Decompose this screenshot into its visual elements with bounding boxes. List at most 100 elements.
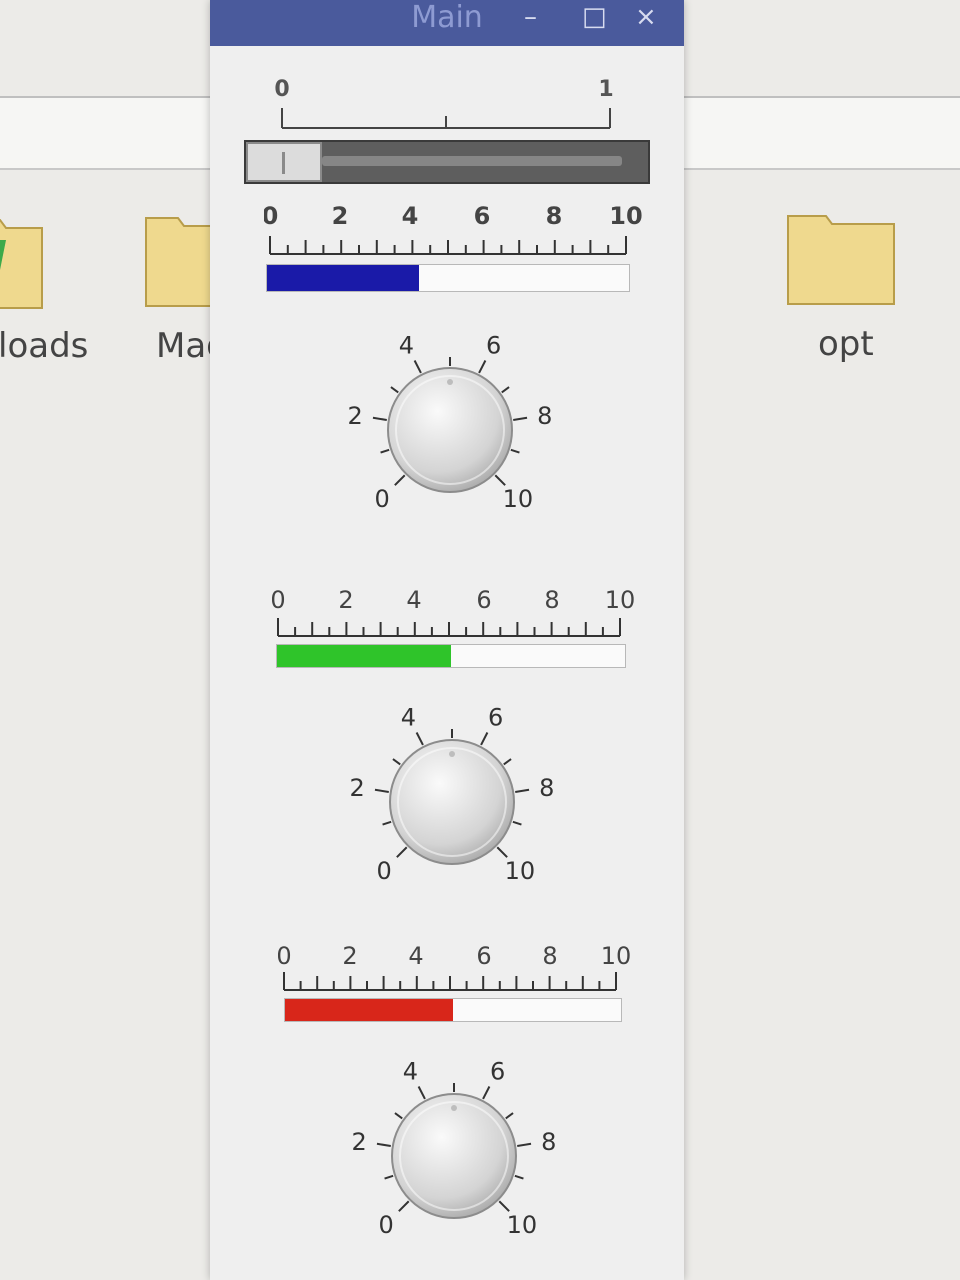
- knob-tick: [382, 820, 392, 826]
- knob-tick: [515, 788, 530, 793]
- meter-scale-label: 4: [402, 202, 419, 230]
- knob-tick: [501, 386, 510, 394]
- knob-tick: [394, 1112, 403, 1120]
- dial-knob[interactable]: 0 2 4 6 8 10: [330, 330, 570, 540]
- knob-tick: [513, 416, 528, 421]
- knob-tick: [417, 1086, 426, 1100]
- knob-tick: [478, 360, 487, 374]
- meter-scale-label: 0: [264, 202, 278, 230]
- meter-scale-label: 2: [342, 942, 357, 970]
- knob-label: 0: [378, 1211, 393, 1239]
- progress-fill: [285, 999, 453, 1021]
- knob-label: 10: [507, 1211, 538, 1239]
- meter-scale-label: 4: [408, 942, 423, 970]
- knob-label: 8: [537, 402, 552, 430]
- meter-scale-label: 0: [272, 586, 286, 614]
- progress-bar: [266, 264, 630, 292]
- knob-label: 6: [488, 703, 503, 731]
- meter-scale-label: 6: [476, 942, 491, 970]
- meter-scale-label: 8: [544, 586, 559, 614]
- dial-knob[interactable]: 0 2 4 6 8 10: [334, 1056, 574, 1256]
- knob-tick: [394, 474, 406, 486]
- knob-tick: [413, 360, 422, 374]
- meter-scale-label: 8: [542, 942, 557, 970]
- folder-icon: [787, 215, 895, 305]
- slider-groove: [322, 156, 622, 166]
- progress-fill: [267, 265, 420, 291]
- knob-label: 6: [490, 1057, 505, 1085]
- slider-handle[interactable]: [246, 142, 322, 182]
- knob-label: 4: [403, 1057, 418, 1085]
- folder-icon: [0, 219, 43, 309]
- knob-tick: [376, 1142, 391, 1147]
- knob-tick: [398, 1200, 410, 1212]
- knob-label: 2: [348, 402, 363, 430]
- progress-fill: [277, 645, 451, 667]
- knob-label: 8: [541, 1128, 556, 1156]
- knob-tick: [392, 758, 401, 766]
- meter-scale-label: 10: [605, 586, 636, 614]
- meter-scale: 0 2 4 6 8 10: [264, 202, 643, 255]
- knob-label: 2: [350, 774, 365, 802]
- knob-tick: [372, 416, 387, 421]
- knob-tick: [482, 1086, 491, 1100]
- knob-tick: [494, 474, 506, 486]
- title-bar[interactable]: Main – □ ×: [210, 0, 684, 46]
- slider-scale-label: 1: [598, 77, 613, 102]
- knob-tick: [505, 1112, 514, 1120]
- meter-scale-label: 4: [406, 586, 421, 614]
- knob-label: 4: [401, 703, 416, 731]
- knob-tick: [384, 1174, 394, 1180]
- folder-label: opt: [818, 324, 874, 364]
- knob-pointer: [447, 379, 453, 385]
- knob-label: 0: [374, 485, 389, 513]
- meter-scale-label: 2: [338, 586, 353, 614]
- meter-scale-label: 0: [278, 942, 292, 970]
- knob-tick: [380, 448, 390, 454]
- maximize-button[interactable]: □: [582, 2, 607, 32]
- knob-tick: [390, 386, 399, 394]
- slider-scale-label: 0: [274, 77, 289, 102]
- meter-scale-label: 10: [609, 202, 642, 230]
- knob-body[interactable]: [391, 1093, 517, 1219]
- knob-tick: [517, 1142, 532, 1147]
- knob-tick: [503, 758, 512, 766]
- meter-scale-label: 6: [476, 586, 491, 614]
- dial-knob[interactable]: 0 2 4 6 8 10: [332, 702, 572, 902]
- knob-pointer: [449, 751, 455, 757]
- window-content: 0 1 0 2 4 6 8 10 0 2 4 6 8 10 0 2 4 6 8 …: [210, 46, 684, 1280]
- slider[interactable]: [244, 140, 650, 184]
- knob-body[interactable]: [389, 739, 515, 865]
- knob-tick: [374, 788, 389, 793]
- folder-opt[interactable]: [786, 206, 896, 306]
- knob-tick: [498, 1200, 510, 1212]
- slider-scale: 0 1: [274, 77, 614, 129]
- knob-body[interactable]: [387, 367, 513, 493]
- folder-downloads[interactable]: [0, 210, 44, 310]
- meter-scale-label: 10: [601, 942, 632, 970]
- knob-label: 4: [399, 331, 414, 359]
- knob-tick: [512, 820, 522, 826]
- window-title: Main: [411, 0, 483, 35]
- knob-tick: [396, 846, 408, 858]
- knob-label: 2: [352, 1128, 367, 1156]
- meter-scale: 0 2 4 6 8 10: [278, 942, 632, 991]
- knob-tick: [510, 448, 520, 454]
- slider-grip: [282, 152, 285, 174]
- folder-label: loads: [0, 326, 89, 366]
- progress-bar: [284, 998, 622, 1022]
- knob-pointer: [451, 1105, 457, 1111]
- knob-label: 6: [486, 331, 501, 359]
- main-window: Main – □ × 0 1 0 2 4 6 8 10 0 2 4 6 8 10…: [210, 0, 684, 1280]
- meter-scale: 0 2 4 6 8 10: [272, 586, 636, 637]
- close-button[interactable]: ×: [635, 2, 657, 32]
- knob-tick: [514, 1174, 524, 1180]
- knob-tick: [415, 732, 424, 746]
- minimize-button[interactable]: –: [524, 2, 537, 32]
- knob-tick: [480, 732, 489, 746]
- knob-tick: [496, 846, 508, 858]
- knob-label: 8: [539, 774, 554, 802]
- knob-label: 10: [505, 857, 536, 885]
- knob-label: 10: [503, 485, 534, 513]
- progress-bar: [276, 644, 626, 668]
